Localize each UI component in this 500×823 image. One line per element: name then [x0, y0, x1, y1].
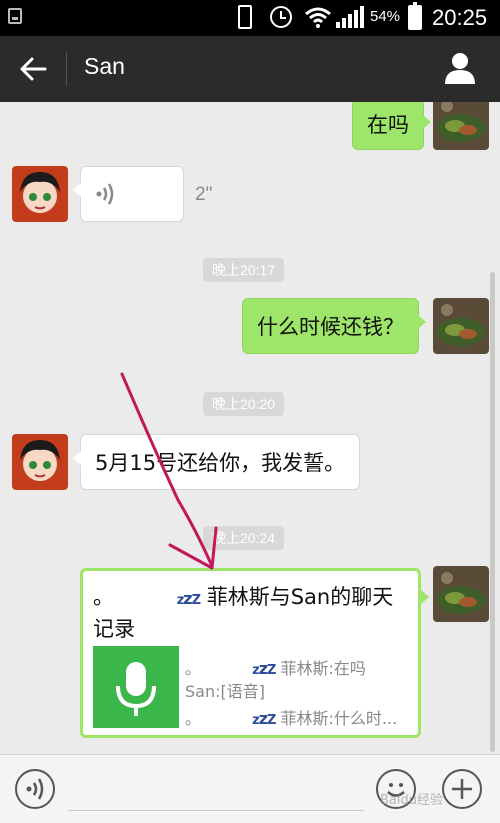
voice-duration: 2"	[195, 184, 213, 205]
timestamp: 晚上20:24	[203, 526, 285, 550]
microphone-icon	[116, 662, 156, 716]
my-avatar[interactable]	[433, 566, 489, 622]
chat-header: San	[0, 36, 500, 102]
message-input[interactable]	[68, 767, 364, 811]
record-title-text: 菲林斯与San的聊天记录	[93, 585, 394, 641]
timestamp: 晚上20:17	[203, 258, 285, 282]
sleep-zzz-icon: zzZ	[252, 659, 276, 678]
record-line-text: San:[语音]	[185, 682, 265, 701]
my-avatar[interactable]	[433, 102, 489, 150]
record-line-text: 菲林斯:什么时...	[280, 709, 398, 728]
notification-icon	[8, 8, 22, 24]
watermark: Baidu经验	[380, 793, 443, 808]
message-text: 在吗	[367, 113, 409, 137]
chat-record-card[interactable]: 。 zzZ 菲林斯与San的聊天记录 。 zzZ 菲林斯:在吗 San:[语音]…	[80, 568, 429, 738]
input-bar: Baidu经验	[0, 754, 500, 823]
record-title-prefix: 。	[93, 585, 114, 609]
voice-wave-icon	[26, 778, 44, 800]
record-line-text: 菲林斯:在吗	[280, 659, 366, 678]
chat-title: San	[84, 53, 125, 79]
contact-avatar[interactable]	[12, 434, 68, 490]
message-bubble-incoming[interactable]: 5月15号还给你，我发誓。	[72, 434, 361, 490]
back-arrow-icon[interactable]	[18, 54, 48, 84]
wifi-icon	[305, 7, 331, 28]
record-line-prefix: 。	[185, 659, 202, 678]
person-icon[interactable]	[442, 50, 478, 86]
plus-icon	[452, 779, 472, 799]
voice-message-bubble[interactable]	[73, 166, 184, 222]
record-line-prefix: 。	[185, 709, 202, 728]
message-text: 5月15号还给你，我发誓。	[95, 451, 346, 475]
timestamp: 晚上20:20	[203, 392, 285, 416]
chat-record-title: 。 zzZ 菲林斯与San的聊天记录	[93, 583, 413, 643]
sleep-zzz-icon: zzZ	[176, 589, 201, 608]
record-preview-line: 。 zzZ 菲林斯:什么时...	[185, 705, 415, 729]
voice-input-button[interactable]	[15, 769, 55, 809]
record-thumbnail	[93, 646, 179, 728]
header-divider	[66, 52, 67, 86]
battery-percent: 54%	[370, 8, 401, 25]
message-bubble-outgoing[interactable]: 什么时候还钱？	[242, 298, 426, 354]
status-bar: 54% 20:25	[0, 0, 500, 36]
my-avatar[interactable]	[433, 298, 489, 354]
contact-avatar[interactable]	[12, 166, 68, 222]
battery-charging-icon	[408, 2, 422, 30]
message-bubble-outgoing[interactable]: 在吗	[352, 102, 431, 150]
scrollbar[interactable]	[490, 272, 495, 752]
sleep-zzz-icon: zzZ	[252, 709, 276, 728]
message-text: 什么时候还钱？	[257, 315, 404, 339]
status-time: 20:25	[432, 5, 488, 30]
record-preview-line: 。 zzZ 菲林斯:在吗	[185, 655, 415, 679]
signal-icon	[336, 6, 364, 28]
alarm-icon	[270, 6, 292, 28]
message-list[interactable]: 在吗 2" 晚上20:17 什么时候还钱？ 晚上20:20 5月15号还给你，我…	[0, 102, 500, 754]
more-options-button[interactable]	[442, 769, 482, 809]
voice-wave-icon	[96, 183, 114, 205]
vibrate-icon	[238, 5, 252, 29]
record-preview-line: San:[语音]	[185, 678, 415, 702]
